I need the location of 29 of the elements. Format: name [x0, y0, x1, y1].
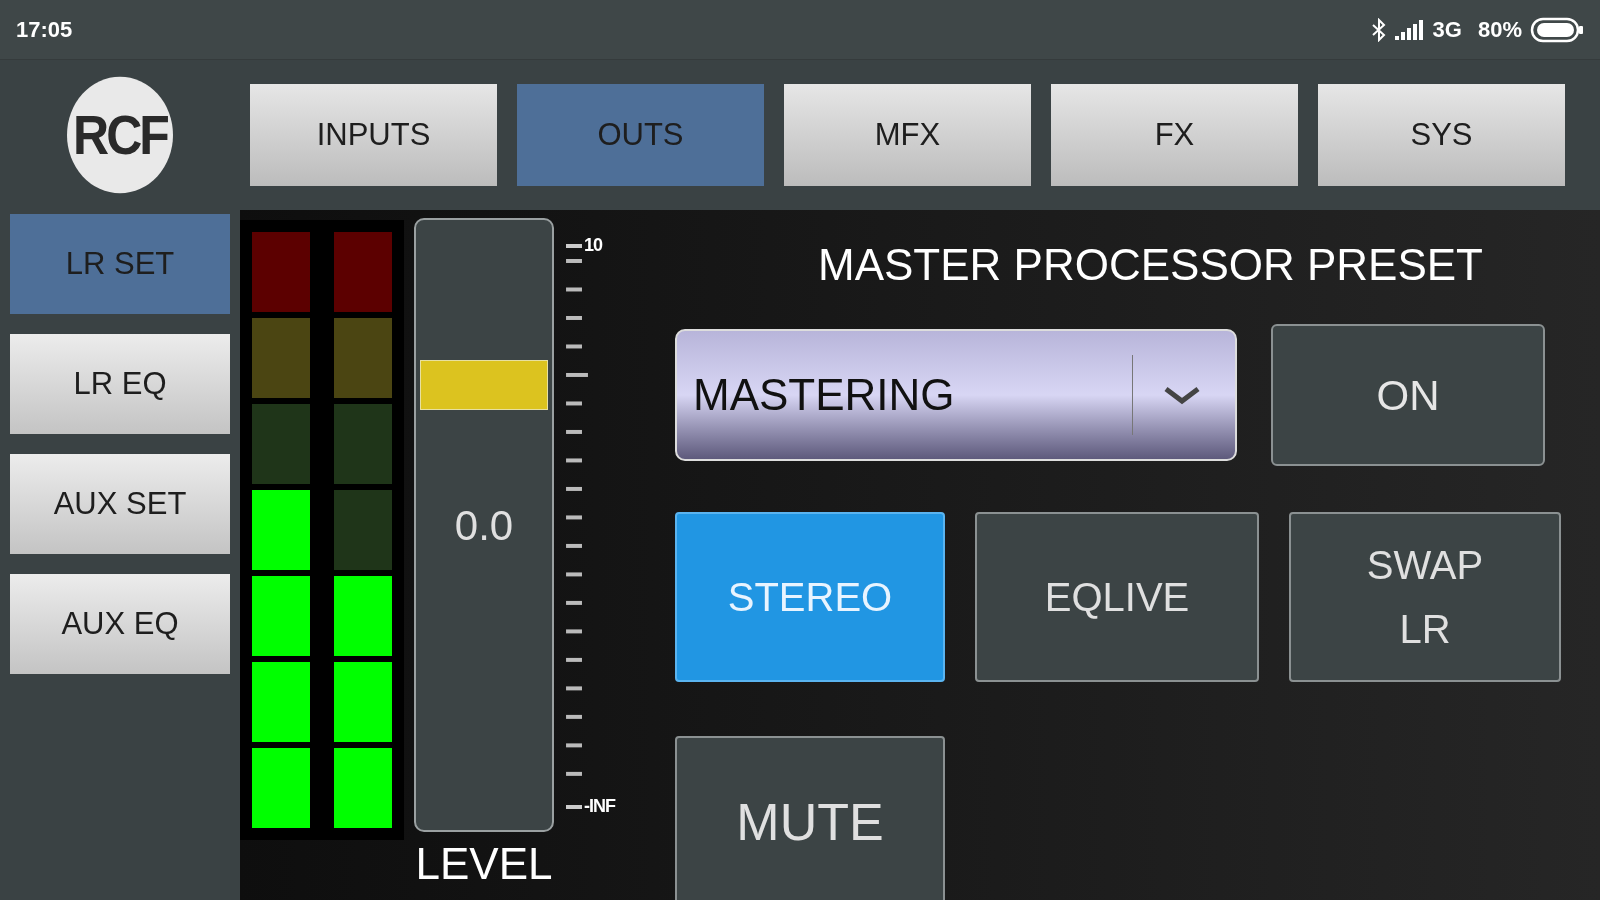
tab[interactable]: INPUTS [250, 84, 497, 186]
chevron-down-icon [1163, 385, 1201, 405]
clock-time: 17:05 [16, 16, 73, 44]
sidebar-item[interactable]: AUX EQ [10, 574, 230, 674]
tab[interactable]: MFX [784, 84, 1031, 186]
fader-track[interactable]: 0.0 [414, 218, 554, 832]
battery-percent: 80% [1477, 16, 1522, 44]
sidebar-item[interactable]: AUX SET [10, 454, 230, 554]
logo: RCF [67, 76, 173, 194]
preset-dropdown[interactable]: MASTERING [675, 329, 1237, 461]
scale-label: 10 [584, 234, 603, 257]
preset-title: MASTER PROCESSOR PRESET [817, 239, 1484, 291]
fader-thumb[interactable] [420, 359, 548, 410]
option-button[interactable]: SWAP LR [1289, 512, 1561, 682]
sidebar-item[interactable]: LR EQ [10, 334, 230, 434]
battery-icon [1530, 16, 1584, 43]
fader-value: 0.0 [454, 500, 514, 551]
tab[interactable]: FX [1051, 84, 1298, 186]
scale-label: -INF [584, 795, 615, 818]
tab[interactable]: SYS [1318, 84, 1565, 186]
toggle-button[interactable]: ON [1271, 324, 1545, 466]
option-button[interactable]: MUTE [675, 736, 945, 900]
signal-icon [1394, 19, 1425, 40]
tick-mark-icon [566, 243, 582, 248]
bluetooth-icon [1370, 17, 1387, 42]
network-type: 3G [1432, 16, 1462, 44]
fader-label: LEVEL [415, 842, 553, 886]
option-button[interactable]: EQLIVE [975, 512, 1259, 682]
tick-mark-icon [566, 804, 582, 809]
